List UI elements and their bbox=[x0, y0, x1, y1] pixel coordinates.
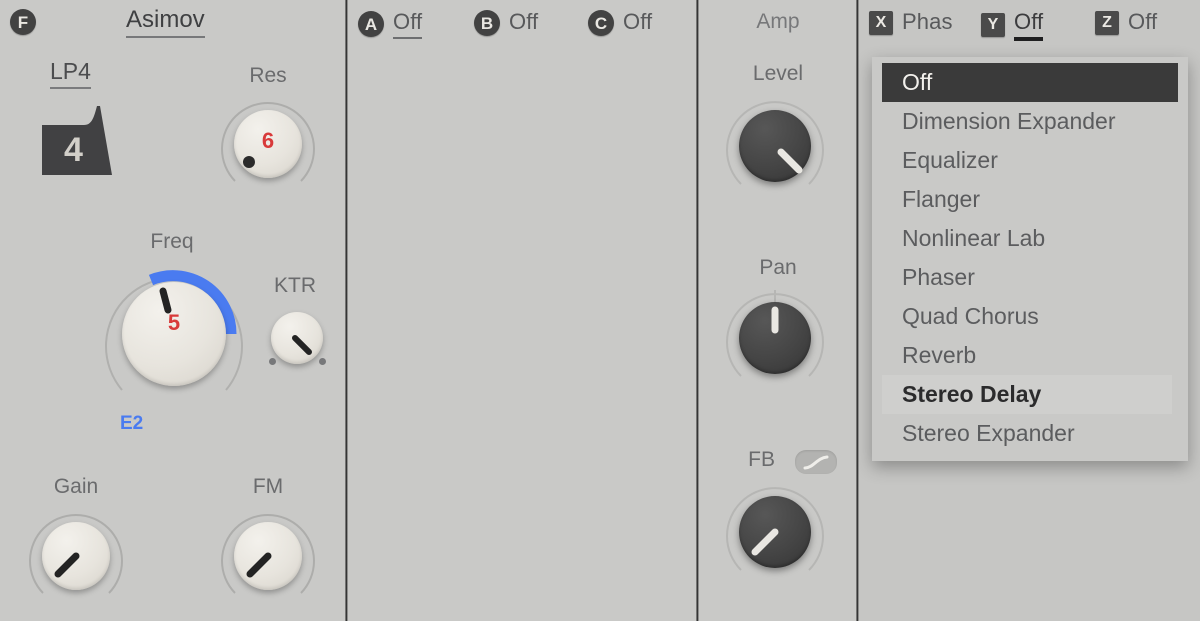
filter-shape-icon: 4 bbox=[40, 103, 118, 181]
freq-note-value: E2 bbox=[120, 413, 144, 434]
mod-slot-c-badge: C bbox=[588, 10, 614, 36]
fm-knob-label: FM bbox=[252, 475, 284, 498]
dropdown-item[interactable]: Stereo Delay bbox=[882, 375, 1172, 414]
dropdown-item[interactable]: Flanger bbox=[872, 180, 1188, 219]
pan-knob[interactable] bbox=[721, 284, 829, 392]
dropdown-item[interactable]: Phaser bbox=[872, 258, 1188, 297]
modulation-panel: A Off B Off C Off bbox=[348, 0, 697, 621]
filter-panel: F Asimov LP4 4 Res 6 Freq 5 E2 KTR Gain … bbox=[0, 0, 346, 621]
amp-panel: Amp Level Pan FB bbox=[699, 0, 857, 621]
ktr-max-marker bbox=[319, 358, 326, 365]
filter-badge-letter: F bbox=[10, 9, 36, 35]
fx-slot-z-label[interactable]: Off bbox=[1128, 9, 1157, 37]
freq-knob-label: Freq bbox=[150, 230, 194, 253]
level-knob-label: Level bbox=[752, 62, 804, 85]
preset-name[interactable]: Asimov bbox=[126, 6, 205, 38]
fx-slot-z-badge: Z bbox=[1095, 11, 1119, 35]
mod-slot-b[interactable]: B Off bbox=[474, 9, 538, 37]
dropdown-item[interactable]: Nonlinear Lab bbox=[872, 219, 1188, 258]
panel-divider-1 bbox=[345, 0, 348, 621]
panel-divider-3 bbox=[856, 0, 859, 621]
ktr-min-marker bbox=[269, 358, 276, 365]
filter-type-selector[interactable]: LP4 bbox=[50, 58, 91, 89]
dropdown-item[interactable]: Stereo Expander bbox=[872, 414, 1188, 453]
panel-divider-2 bbox=[696, 0, 699, 621]
fx-slot-z[interactable]: Z Off bbox=[1095, 9, 1157, 37]
fx-slot-y-label[interactable]: Off bbox=[1014, 9, 1044, 41]
level-knob[interactable] bbox=[721, 92, 829, 200]
freq-knob[interactable]: 5 bbox=[98, 258, 250, 410]
mod-slot-a-badge: A bbox=[358, 11, 384, 37]
dropdown-item[interactable]: Quad Chorus bbox=[872, 297, 1188, 336]
filter-shape-number: 4 bbox=[64, 131, 83, 169]
pan-knob-label: Pan bbox=[759, 256, 797, 279]
fx-slot-x-badge: X bbox=[869, 11, 893, 35]
curve-icon bbox=[803, 455, 829, 470]
amp-section-title: Amp bbox=[756, 10, 800, 33]
synth-plugin-window: F Asimov LP4 4 Res 6 Freq 5 E2 KTR Gain … bbox=[0, 0, 1200, 621]
mod-slot-a[interactable]: A Off bbox=[358, 9, 423, 39]
mod-slot-c[interactable]: C Off bbox=[588, 9, 652, 37]
gain-knob[interactable] bbox=[24, 504, 128, 608]
fb-knob-label: FB bbox=[748, 448, 775, 471]
dropdown-item[interactable]: Dimension Expander bbox=[872, 102, 1188, 141]
dropdown-item[interactable]: Equalizer bbox=[872, 141, 1188, 180]
fx-slot-y[interactable]: Y Off bbox=[981, 9, 1044, 41]
dropdown-item[interactable]: Off bbox=[882, 63, 1178, 102]
fx-slot-y-badge: Y bbox=[981, 13, 1005, 37]
fx-slot-x-label[interactable]: Phas bbox=[902, 9, 953, 37]
dropdown-item[interactable]: Reverb bbox=[872, 336, 1188, 375]
fx-slot-x[interactable]: X Phas bbox=[869, 9, 953, 37]
effect-select-dropdown[interactable]: Off Dimension Expander Equalizer Flanger… bbox=[872, 57, 1188, 461]
mod-slot-b-label[interactable]: Off bbox=[509, 9, 538, 37]
gain-knob-label: Gain bbox=[53, 475, 99, 498]
mod-slot-c-label[interactable]: Off bbox=[623, 9, 652, 37]
filter-badge[interactable]: F bbox=[10, 9, 36, 35]
fb-knob[interactable] bbox=[721, 478, 829, 586]
mod-slot-a-label[interactable]: Off bbox=[393, 9, 423, 39]
ktr-knob[interactable] bbox=[265, 308, 329, 372]
res-knob-label: Res bbox=[249, 64, 287, 87]
ktr-knob-label: KTR bbox=[274, 274, 316, 297]
fb-curve-toggle[interactable] bbox=[795, 450, 837, 474]
fm-knob[interactable] bbox=[216, 504, 320, 608]
res-knob[interactable]: 6 bbox=[216, 92, 320, 196]
mod-slot-b-badge: B bbox=[474, 10, 500, 36]
